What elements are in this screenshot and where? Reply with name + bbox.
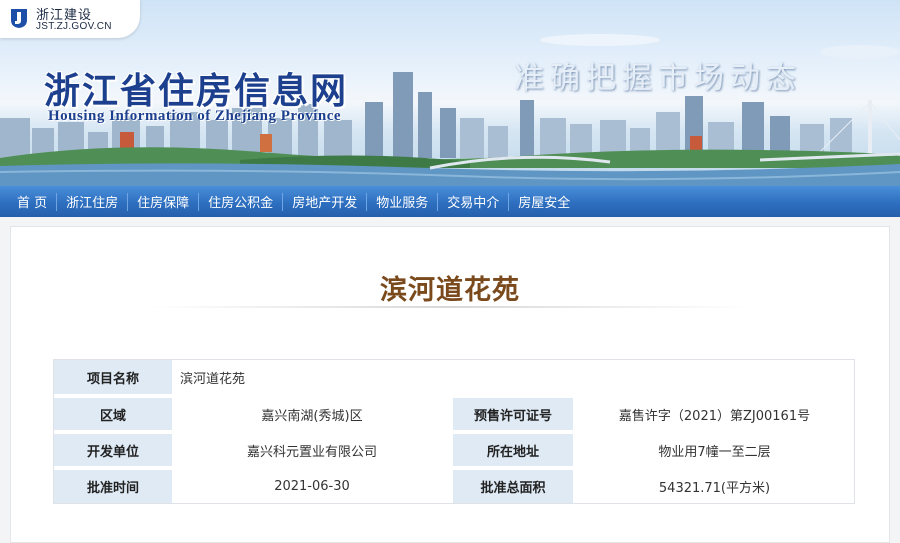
nav-item-home[interactable]: 首 页 <box>8 186 56 217</box>
developer-label: 开发单位 <box>54 434 172 466</box>
total-approved-area-label: 批准总面积 <box>453 470 573 503</box>
banner-slogan: 准确把握市场动态 <box>514 61 802 96</box>
developer-value: 嘉兴科元置业有限公司 <box>246 444 377 460</box>
project-name-value: 滨河道花苑 <box>180 371 246 387</box>
nav-item-transaction-agency[interactable]: 交易中介 <box>438 186 508 217</box>
zhejiang-construction-logo-icon <box>11 9 27 28</box>
nav-item-housing-fund[interactable]: 住房公积金 <box>199 186 282 217</box>
location-value: 物业用7幢一至二层 <box>658 444 771 460</box>
presale-permit-label: 预售许可证号 <box>453 398 573 430</box>
org-badge[interactable]: 浙江建设 JST.ZJ.GOV.CN <box>0 0 140 38</box>
location-label: 所在地址 <box>453 434 573 466</box>
main-nav: 首 页 浙江住房 住房保障 住房公积金 房地产开发 物业服务 交易中介 房屋安全 <box>0 186 900 217</box>
nav-item-zhejiang-housing[interactable]: 浙江住房 <box>57 186 127 217</box>
area-value: 嘉兴南湖(秀城)区 <box>261 408 363 424</box>
project-name-label: 项目名称 <box>54 360 172 394</box>
approval-date-value: 2021-06-30 <box>274 479 350 494</box>
total-approved-area-value: 54321.71(平方米) <box>658 481 771 496</box>
page-title: 滨河道花苑 <box>380 275 520 306</box>
approval-date-label: 批准时间 <box>54 470 172 503</box>
org-domain: JST.ZJ.GOV.CN <box>36 21 112 32</box>
nav-item-real-estate-development[interactable]: 房地产开发 <box>283 186 366 217</box>
site-banner: 浙江建设 JST.ZJ.GOV.CN 浙江省住房信息网 Housing Info… <box>0 0 900 186</box>
project-info-table: 项目名称 滨河道花苑 区域 嘉兴南湖(秀城)区 预售许可证号 嘉售许字（2021… <box>53 359 855 504</box>
area-label: 区域 <box>54 398 172 430</box>
nav-item-housing-security[interactable]: 住房保障 <box>128 186 198 217</box>
site-subtitle: Housing Information of Zhejiang Province <box>48 108 342 124</box>
nav-item-property-services[interactable]: 物业服务 <box>367 186 437 217</box>
title-divider <box>150 306 750 308</box>
nav-item-housing-safety[interactable]: 房屋安全 <box>509 186 579 217</box>
presale-permit-value: 嘉售许字（2021）第ZJ00161号 <box>618 408 811 424</box>
site-title: 浙江省住房信息网 <box>44 71 349 112</box>
